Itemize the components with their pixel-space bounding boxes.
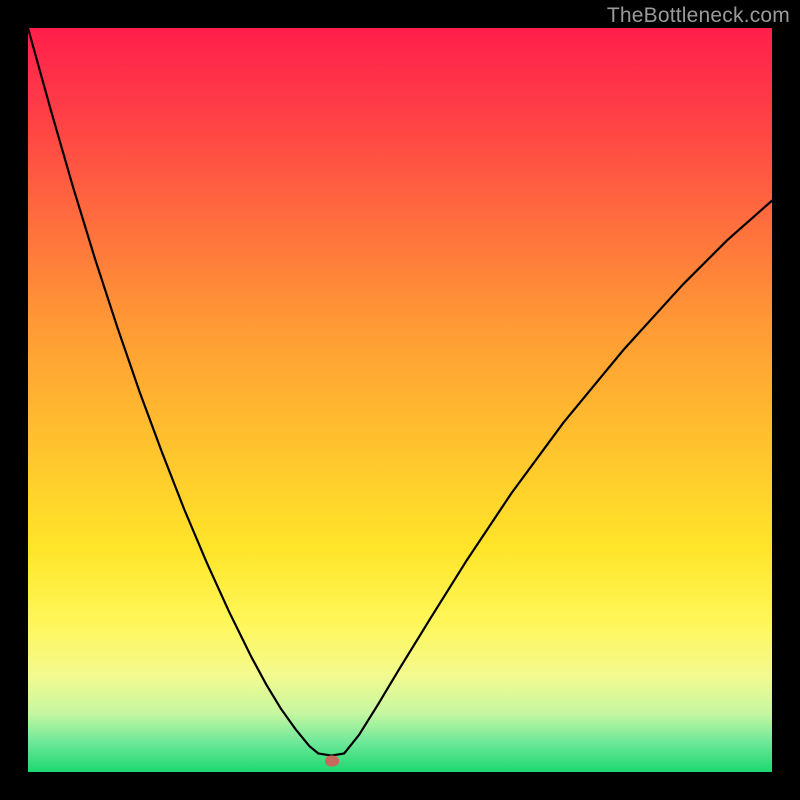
bottleneck-curve xyxy=(28,28,772,756)
watermark-text: TheBottleneck.com xyxy=(607,4,790,28)
plot-area xyxy=(28,28,772,772)
chart-frame: TheBottleneck.com xyxy=(0,0,800,800)
optimum-marker xyxy=(325,755,339,766)
curve-svg xyxy=(28,28,772,772)
